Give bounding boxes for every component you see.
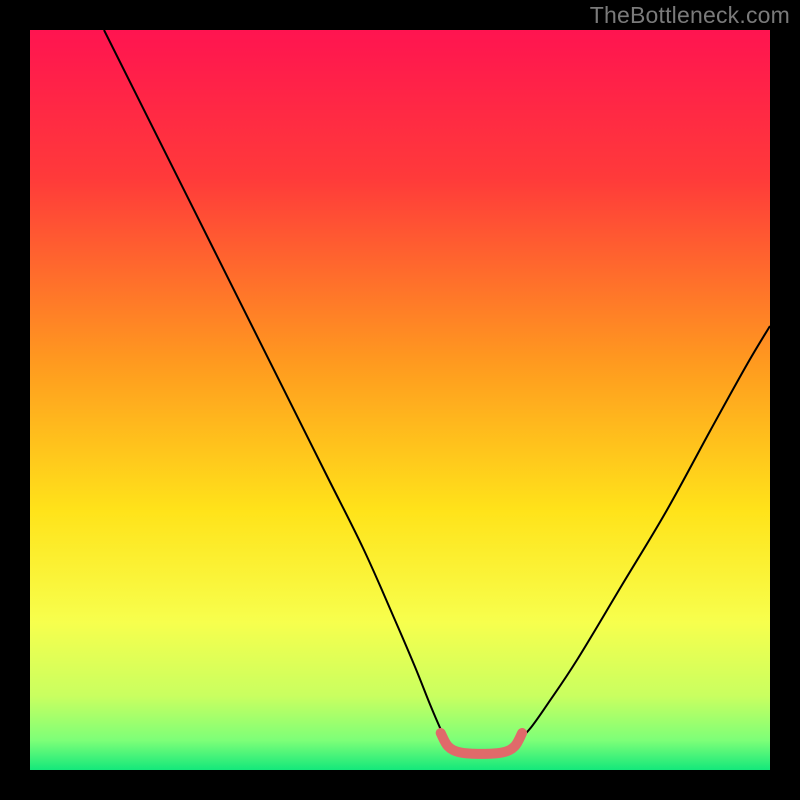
- chart-frame: TheBottleneck.com: [0, 0, 800, 800]
- watermark-text: TheBottleneck.com: [590, 2, 790, 29]
- gradient-background: [30, 30, 770, 770]
- chart-svg: [30, 30, 770, 770]
- plot-area: [30, 30, 770, 770]
